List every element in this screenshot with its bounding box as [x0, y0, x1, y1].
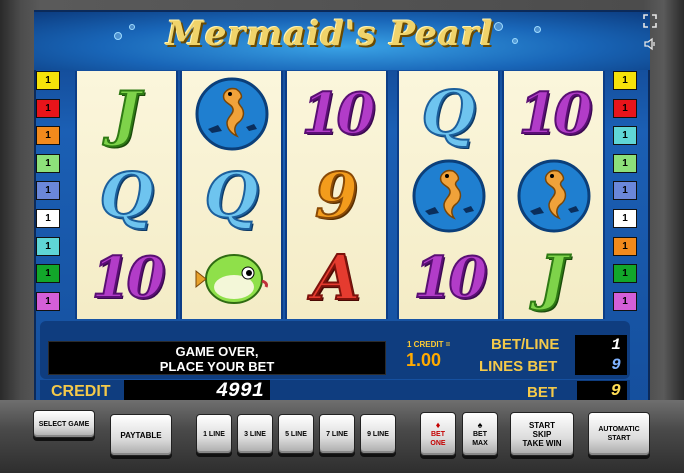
line-9-button[interactable]: 9 LINE	[360, 414, 396, 454]
line-marker-right-2: 1	[613, 98, 637, 118]
lines-bet-label: LINES BET	[479, 358, 558, 375]
credit-label: CREDIT	[51, 383, 111, 400]
select-game-button[interactable]: SELECT GAME	[33, 410, 95, 438]
line-marker-right-4: 1	[613, 153, 637, 173]
bet-label: BET	[527, 384, 557, 401]
reel-1: J Q 10	[75, 71, 178, 319]
symbol-j: J	[538, 243, 568, 313]
bet-line-value: 1	[611, 336, 621, 354]
bet-one-label: BET ONE	[430, 430, 446, 447]
reel-4: Q 10	[397, 71, 500, 319]
start-label: START	[528, 420, 556, 430]
reel-cell: 10	[77, 237, 176, 319]
line-marker-right-9: 1	[613, 291, 637, 311]
start-button[interactable]: START SKIP TAKE WIN	[510, 412, 574, 456]
line-marker-left-6: 1	[36, 208, 60, 228]
line-marker-right-5: 1	[613, 181, 637, 201]
bet-one-button[interactable]: ♦ BET ONE	[420, 412, 456, 456]
symbol-10: 10	[413, 245, 489, 311]
take-win-label: TAKE WIN	[522, 438, 562, 448]
reel-cell: 10	[504, 73, 603, 155]
seahorse-symbol-icon	[399, 155, 498, 237]
line-marker-right-7: 1	[613, 236, 637, 256]
symbol-10: 10	[301, 81, 377, 147]
automatic-start-button[interactable]: AUTOMATIC START	[588, 412, 650, 456]
bubble-decoration	[512, 38, 518, 44]
seahorse-symbol-icon	[182, 73, 281, 155]
fullscreen-icon[interactable]	[642, 14, 658, 30]
reel-cell: A	[287, 237, 386, 319]
bubble-decoration	[534, 26, 541, 33]
line-marker-left-5: 1	[36, 181, 60, 201]
spade-icon: ♠	[477, 419, 483, 430]
bet-max-button[interactable]: ♠ BET MAX	[462, 412, 498, 456]
line-marker-right-1: 1	[613, 71, 637, 90]
bubble-decoration	[114, 32, 122, 40]
reel-3: 10 9 A	[285, 71, 388, 319]
line-marker-left-9: 1	[36, 291, 60, 311]
line-3-button[interactable]: 3 LINE	[237, 414, 273, 454]
seahorse-symbol-icon	[504, 155, 603, 237]
diamond-icon: ♦	[435, 419, 441, 430]
symbol-q: Q	[203, 159, 259, 232]
bubble-decoration	[129, 24, 135, 30]
reel-cell: Q	[182, 155, 281, 237]
reel-cell: 9	[287, 155, 386, 237]
message-line-1: GAME OVER,	[175, 344, 259, 359]
line-5-button[interactable]: 5 LINE	[278, 414, 314, 454]
line-marker-left-7: 1	[36, 236, 60, 256]
bet-line-label: BET/LINE	[491, 336, 560, 353]
lines-bet-value: 9	[611, 356, 621, 374]
speaker-icon[interactable]	[642, 37, 658, 53]
line-markers-left: 1 1 1 1 1 1 1 1 1	[36, 71, 62, 319]
credit-rate-value: 1.00	[406, 350, 442, 370]
symbol-9: 9	[314, 159, 359, 232]
line-marker-right-8: 1	[613, 264, 637, 284]
line-marker-right-3: 1	[613, 126, 637, 146]
skip-label: SKIP	[532, 429, 552, 439]
paytable-button[interactable]: PAYTABLE	[110, 414, 172, 456]
reel-cell: J	[77, 73, 176, 155]
line-7-button[interactable]: 7 LINE	[319, 414, 355, 454]
reel-cell: 10	[287, 73, 386, 155]
reel-2: Q	[180, 71, 283, 319]
line-1-button[interactable]: 1 LINE	[196, 414, 232, 454]
line-marker-left-1: 1	[36, 71, 60, 90]
symbol-q: Q	[98, 159, 154, 232]
reel-cell: 10	[399, 237, 498, 319]
bet-settings-display: 1 9	[575, 335, 627, 375]
message-display: GAME OVER, PLACE YOUR BET	[48, 341, 386, 375]
pufferfish-symbol-icon	[182, 237, 281, 319]
symbol-q: Q	[420, 77, 476, 150]
game-title: Mermaid's Pearl	[166, 14, 494, 54]
line-marker-left-2: 1	[36, 98, 60, 118]
symbol-j: J	[111, 79, 141, 149]
symbol-10: 10	[518, 81, 594, 147]
reel-5: 10 J	[502, 71, 605, 319]
symbol-10: 10	[91, 245, 167, 311]
bet-max-label: BET MAX	[472, 430, 488, 447]
reel-cell: J	[504, 237, 603, 319]
reel-cell: Q	[399, 73, 498, 155]
line-markers-right: 1 1 1 1 1 1 1 1 1	[613, 71, 639, 319]
line-marker-left-3: 1	[36, 126, 60, 146]
message-line-2: PLACE YOUR BET	[159, 359, 275, 374]
credit-rate-label: 1 CREDIT =	[407, 340, 451, 349]
line-marker-left-8: 1	[36, 264, 60, 284]
reel-cell: Q	[77, 155, 176, 237]
symbol-a: A	[311, 241, 361, 314]
line-marker-left-4: 1	[36, 153, 60, 173]
line-marker-right-6: 1	[613, 208, 637, 228]
